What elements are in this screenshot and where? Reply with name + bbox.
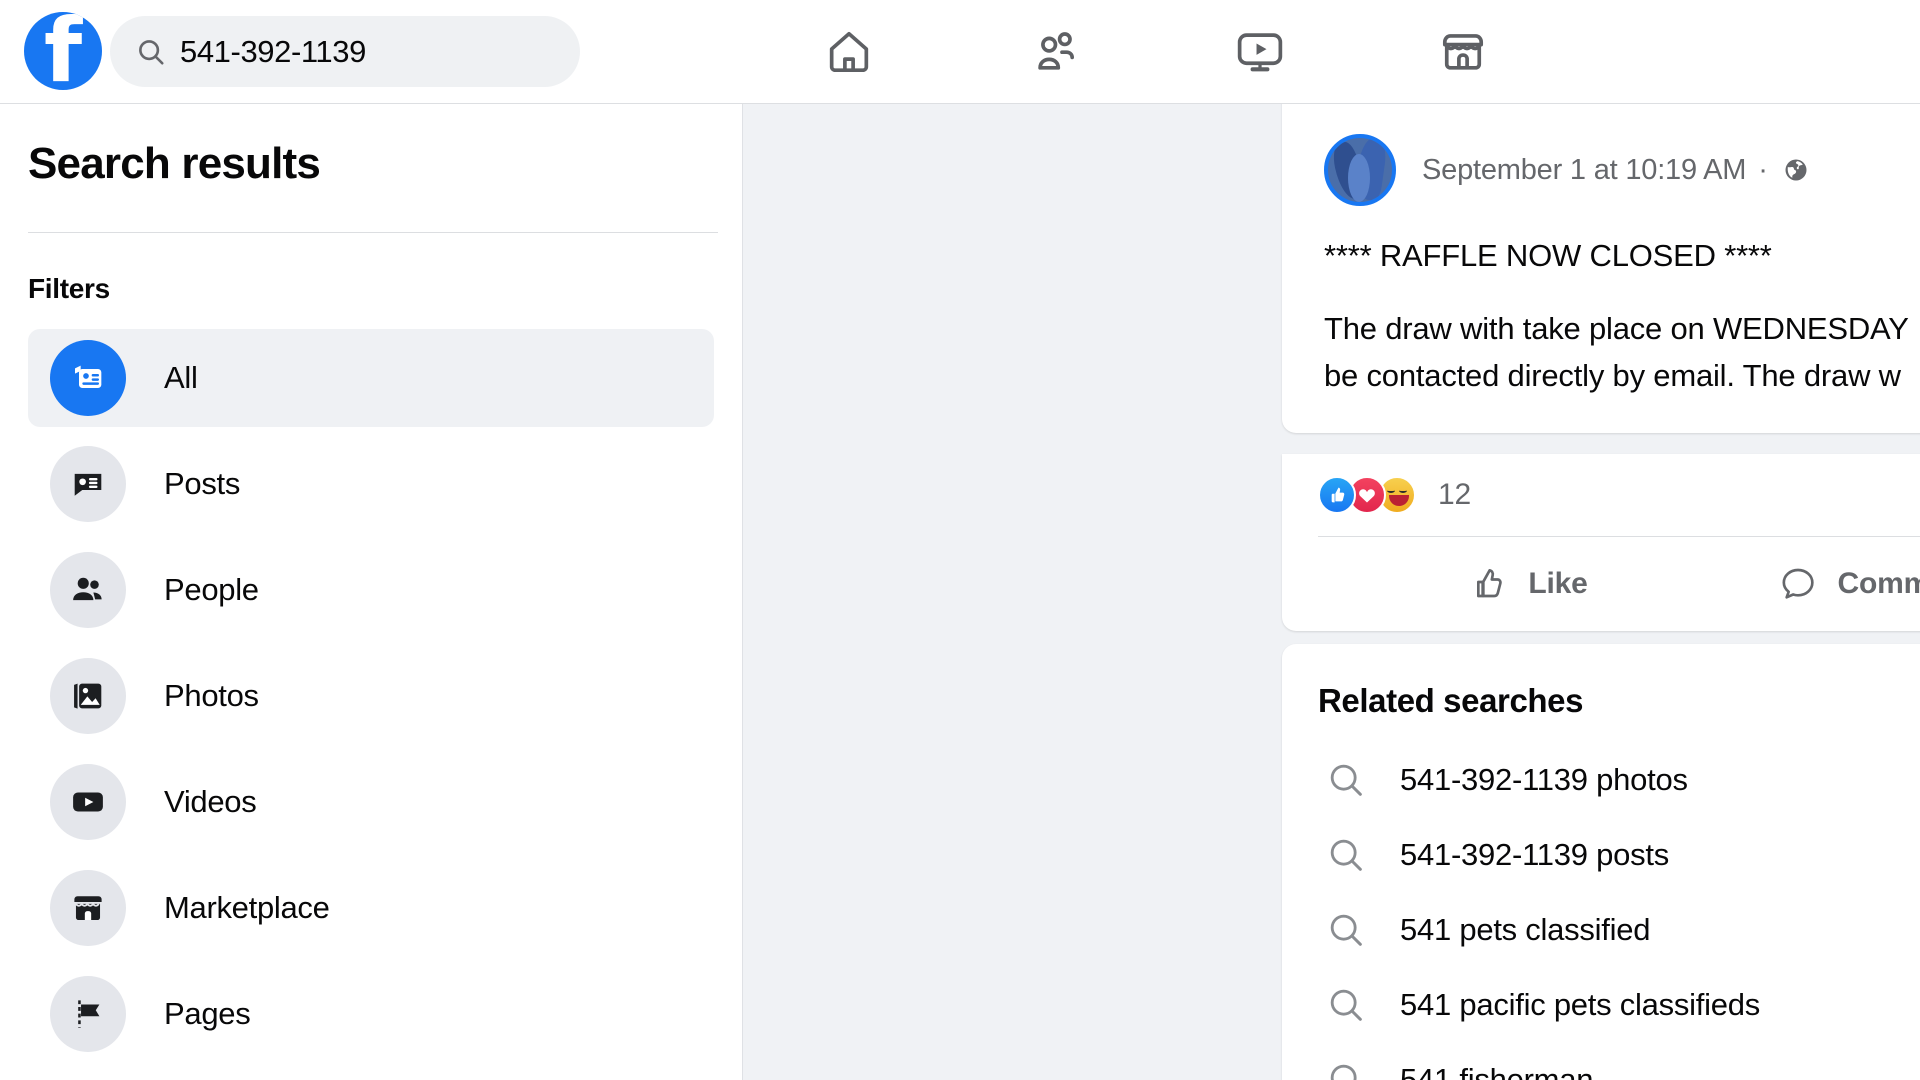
page-title: Search results bbox=[28, 139, 321, 188]
pages-flag-icon bbox=[50, 976, 126, 1053]
like-button[interactable]: Like bbox=[1378, 549, 1678, 619]
related-search-text: 541 fisherman bbox=[1400, 1061, 1594, 1080]
nav-icon-group bbox=[790, 0, 1522, 104]
facebook-logo-letter: f bbox=[43, 12, 83, 90]
center-gutter bbox=[744, 104, 1262, 1080]
marketplace-icon bbox=[1442, 34, 1484, 70]
sidebar-item-label: Pages bbox=[164, 996, 251, 1032]
search-icon bbox=[1326, 1060, 1372, 1080]
post-timestamp[interactable]: September 1 at 10:19 AM bbox=[1422, 154, 1746, 187]
related-search-text: 541 pets classified bbox=[1400, 911, 1651, 947]
post-engagement-bar: 12 Like Comment bbox=[1282, 454, 1920, 631]
related-searches-list: 541-392-1139 photos 541-392-1139 posts 5… bbox=[1282, 742, 1920, 1080]
comment-button-label: Comment bbox=[1837, 567, 1920, 600]
reaction-summary[interactable]: 12 bbox=[1282, 454, 1920, 536]
reaction-icons bbox=[1318, 476, 1416, 514]
comment-bubble-icon bbox=[1782, 568, 1814, 599]
search-filters-sidebar: Search results Filters All Posts People … bbox=[0, 104, 743, 1080]
avatar[interactable] bbox=[1324, 134, 1396, 206]
post-meta: September 1 at 10:19 AM · bbox=[1422, 154, 1810, 187]
sidebar-item-posts[interactable]: Posts bbox=[28, 435, 714, 533]
sidebar-divider bbox=[28, 232, 718, 234]
list-item[interactable]: 541 pets classified bbox=[1282, 892, 1920, 967]
sidebar-item-label: Photos bbox=[164, 678, 259, 714]
list-item[interactable]: 541-392-1139 photos bbox=[1282, 742, 1920, 817]
search-icon bbox=[1326, 760, 1372, 800]
related-searches-title: Related searches bbox=[1318, 682, 1584, 719]
nav-marketplace[interactable] bbox=[1404, 0, 1522, 104]
sidebar-item-all[interactable]: All bbox=[28, 329, 714, 428]
sidebar-item-label: All bbox=[164, 360, 198, 396]
top-navigation-bar: f bbox=[0, 0, 1920, 104]
search-icon bbox=[1326, 985, 1372, 1025]
related-searches-card: Related searches 541-392-1139 photos 541… bbox=[1282, 644, 1920, 1080]
facebook-search-results-page: f 541-392-1139 Search results Filters Al… bbox=[0, 0, 1920, 1080]
post-card: September 1 at 10:19 AM · **** RAFFLE NO… bbox=[1282, 104, 1920, 434]
filters-heading: Filters bbox=[28, 273, 110, 305]
sidebar-item-label: Marketplace bbox=[164, 890, 330, 926]
marketplace-icon bbox=[50, 870, 126, 947]
friends-icon bbox=[1038, 32, 1075, 70]
comment-button[interactable]: Comment bbox=[1716, 549, 1920, 619]
people-icon bbox=[50, 552, 126, 629]
search-icon bbox=[1326, 835, 1372, 875]
filter-list: All Posts People Photos Videos Marketpla… bbox=[28, 329, 714, 1063]
sidebar-item-videos[interactable]: Videos bbox=[28, 753, 714, 851]
thumbs-up-icon bbox=[1477, 569, 1503, 598]
post-header: September 1 at 10:19 AM · bbox=[1282, 104, 1920, 206]
post-text-line: be contacted directly by email. The draw… bbox=[1324, 358, 1901, 394]
post-action-row: Like Comment bbox=[1282, 537, 1920, 631]
facebook-logo-icon[interactable]: f bbox=[24, 12, 102, 90]
post-text-line: The draw with take place on WEDNESDAY bbox=[1324, 311, 1909, 347]
related-search-text: 541-392-1139 posts bbox=[1400, 836, 1669, 872]
home-icon bbox=[829, 31, 869, 73]
all-results-icon bbox=[50, 340, 126, 417]
videos-icon bbox=[50, 764, 126, 841]
video-icon bbox=[1237, 33, 1283, 72]
post-body: **** RAFFLE NOW CLOSED **** The draw wit… bbox=[1282, 206, 1920, 399]
search-icon bbox=[139, 39, 164, 65]
like-reaction-icon bbox=[1318, 476, 1356, 514]
nav-watch[interactable] bbox=[1201, 0, 1319, 104]
sidebar-item-label: People bbox=[164, 572, 259, 608]
sidebar-item-pages[interactable]: Pages bbox=[28, 965, 714, 1063]
posts-icon bbox=[50, 446, 126, 523]
nav-friends[interactable] bbox=[998, 0, 1116, 104]
like-button-label: Like bbox=[1528, 567, 1588, 600]
reaction-count: 12 bbox=[1438, 478, 1471, 511]
related-search-text: 541 pacific pets classifieds bbox=[1400, 986, 1761, 1022]
post-text-spacer bbox=[1324, 279, 1920, 305]
sidebar-item-people[interactable]: People bbox=[28, 541, 714, 639]
search-icon bbox=[1326, 910, 1372, 950]
globe-icon bbox=[1782, 156, 1810, 184]
search-results-content: September 1 at 10:19 AM · **** RAFFLE NO… bbox=[1262, 104, 1920, 1080]
nav-home[interactable] bbox=[790, 0, 908, 104]
sidebar-item-label: Videos bbox=[164, 784, 257, 820]
sidebar-item-label: Posts bbox=[164, 466, 241, 502]
sidebar-item-marketplace[interactable]: Marketplace bbox=[28, 859, 714, 957]
list-item[interactable]: 541-392-1139 posts bbox=[1282, 817, 1920, 892]
related-search-text: 541-392-1139 photos bbox=[1400, 761, 1688, 797]
list-item[interactable]: 541 fisherman bbox=[1282, 1042, 1920, 1080]
meta-separator: · bbox=[1758, 153, 1768, 186]
search-box[interactable] bbox=[110, 16, 580, 87]
list-item[interactable]: 541 pacific pets classifieds bbox=[1282, 967, 1920, 1042]
search-input[interactable] bbox=[180, 33, 560, 70]
sidebar-item-photos[interactable]: Photos bbox=[28, 647, 714, 745]
post-text-line: **** RAFFLE NOW CLOSED **** bbox=[1324, 238, 1772, 273]
photos-icon bbox=[50, 658, 126, 735]
